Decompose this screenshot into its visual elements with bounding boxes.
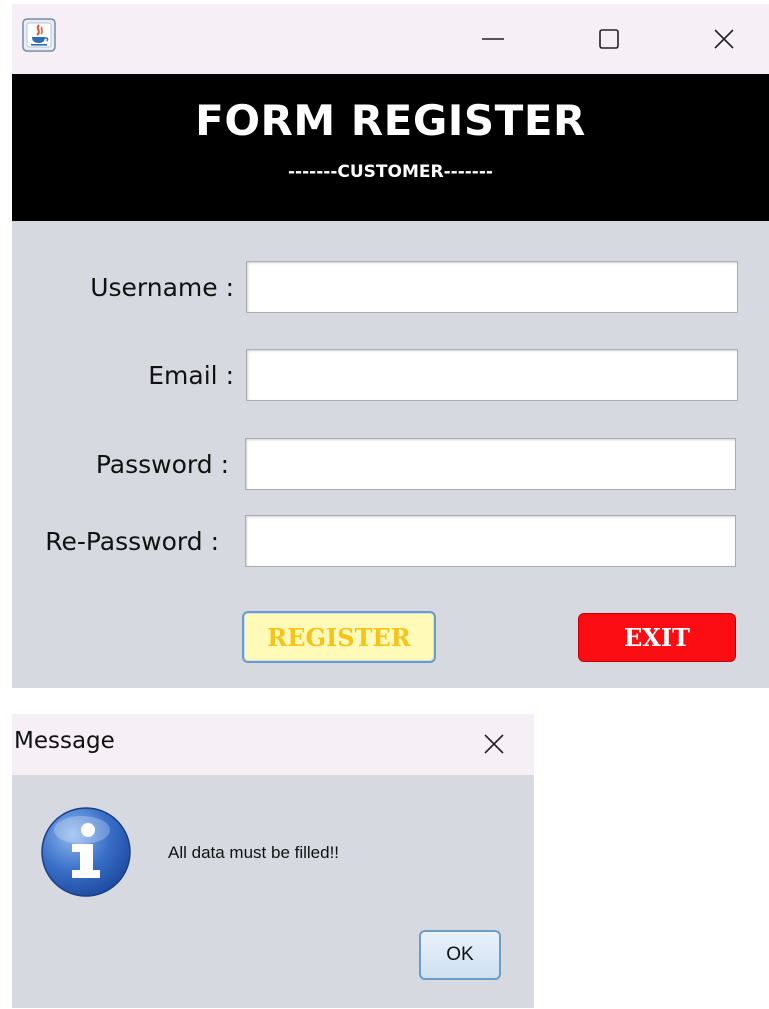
repassword-label: Re-Password : (45, 527, 219, 556)
info-icon (41, 807, 131, 897)
password-field[interactable] (245, 438, 736, 490)
dialog-titlebar: Message (12, 714, 534, 775)
username-field[interactable] (246, 261, 738, 313)
register-window: FORM REGISTER -------CUSTOMER------- Use… (12, 4, 769, 688)
close-icon[interactable] (478, 728, 510, 760)
minimize-icon[interactable] (474, 20, 512, 58)
form-header: FORM REGISTER -------CUSTOMER------- (12, 74, 769, 221)
ok-button[interactable]: OK (419, 930, 501, 980)
register-button[interactable]: REGISTER (242, 611, 436, 663)
username-label: Username : (90, 273, 234, 302)
header-title: FORM REGISTER (195, 96, 586, 145)
close-icon[interactable] (705, 20, 743, 58)
password-label: Password : (95, 450, 229, 479)
dialog-title: Message (14, 728, 115, 754)
exit-button[interactable]: EXIT (578, 613, 736, 662)
repassword-field[interactable] (245, 515, 736, 567)
header-subtitle: -------CUSTOMER------- (288, 162, 493, 182)
window-titlebar (12, 4, 769, 74)
maximize-icon[interactable] (590, 20, 628, 58)
email-label: Email : (148, 361, 234, 390)
message-dialog: Message All data must be filled!! OK (12, 714, 534, 1008)
dialog-message: All data must be filled!! (168, 843, 340, 862)
java-app-icon[interactable] (22, 18, 56, 52)
email-field[interactable] (246, 349, 738, 401)
